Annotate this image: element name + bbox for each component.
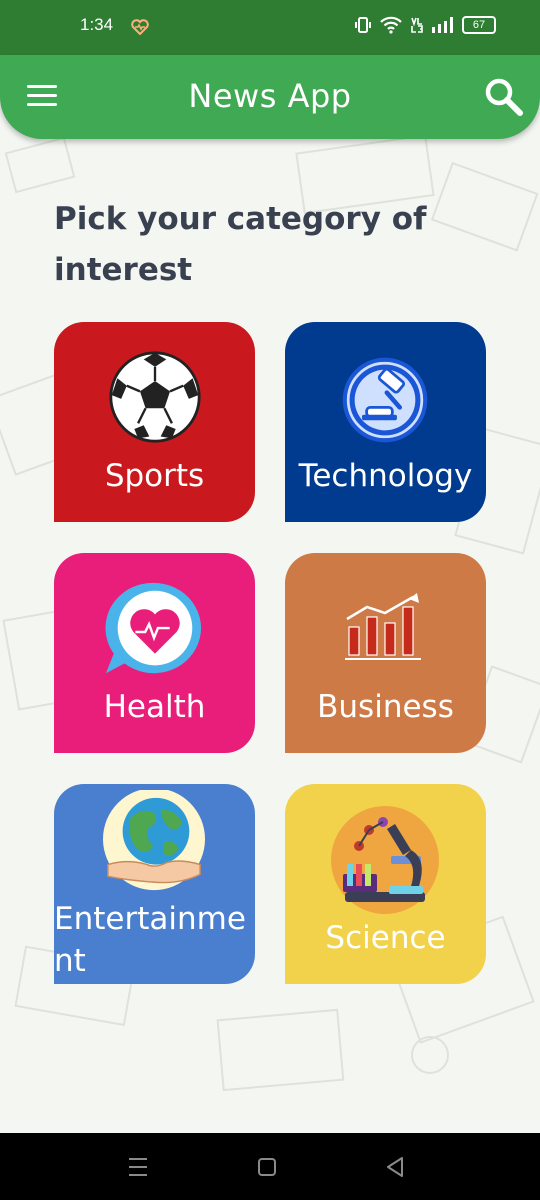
home-icon[interactable]: [258, 1158, 276, 1176]
back-icon[interactable]: [386, 1157, 404, 1177]
category-tile-business[interactable]: Business: [285, 553, 486, 753]
app-bar: News App: [0, 55, 540, 139]
category-tile-science[interactable]: Science: [285, 784, 486, 984]
system-nav-bar: [0, 1133, 540, 1200]
category-label: Entertainment: [54, 901, 246, 979]
recents-menu-icon[interactable]: [128, 1158, 148, 1176]
page-heading: Pick your category of interest: [54, 201, 427, 288]
microscope-icon: [331, 806, 439, 914]
category-tile-entertainment[interactable]: Entertainment: [54, 784, 255, 984]
soccer-ball-icon: [109, 351, 201, 443]
category-label: Business: [317, 689, 454, 725]
heart-chat-icon: [105, 582, 201, 674]
category-label: Science: [325, 920, 446, 956]
app-title: News App: [188, 77, 352, 115]
globe-hands-icon: [102, 790, 206, 891]
status-bar: 1:34 67: [0, 0, 540, 55]
category-label: Technology: [298, 458, 473, 494]
health-heart-icon: [131, 19, 149, 35]
status-time: 1:34: [80, 15, 114, 34]
signal-icon: [432, 17, 453, 33]
wifi-icon: [380, 16, 402, 34]
status-icons: 67: [354, 16, 496, 34]
battery-icon: 67: [462, 16, 496, 34]
vibrate-icon: [355, 17, 371, 33]
volte-icon: [411, 17, 423, 33]
bar-chart-icon: [345, 593, 421, 660]
category-label: Health: [103, 689, 206, 725]
category-tile-sports[interactable]: Sports: [54, 322, 255, 522]
category-tile-health[interactable]: Health: [54, 553, 255, 753]
category-label: Sports: [104, 458, 205, 494]
category-tile-technology[interactable]: Technology: [285, 322, 486, 522]
gavel-icon: [342, 357, 428, 443]
search-icon[interactable]: [482, 75, 526, 119]
